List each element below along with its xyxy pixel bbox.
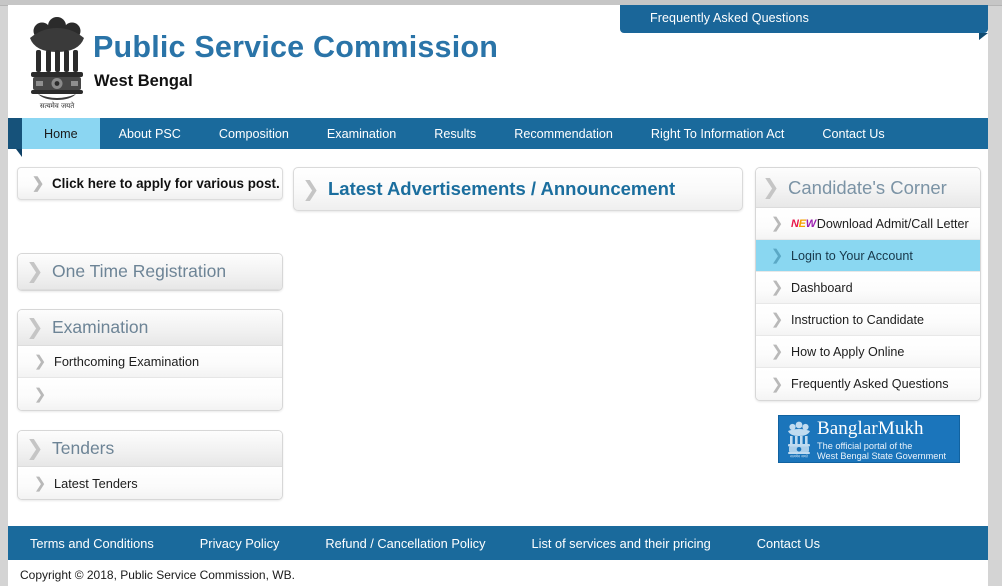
sidebar-item-forthcoming-examination[interactable]: ❯ Forthcoming Examination xyxy=(18,346,282,378)
chevron-right-icon: ❯ xyxy=(770,343,784,360)
copyright-text: Copyright © 2018, Public Service Commiss… xyxy=(20,568,295,582)
nav-item-right-to-information-act[interactable]: Right To Information Act xyxy=(632,118,803,149)
nav-item-label: About PSC xyxy=(118,126,181,141)
nav-item-composition[interactable]: Composition xyxy=(200,118,308,149)
candidates-corner-item-label: Dashboard xyxy=(791,280,853,295)
chevron-right-icon: ❯ xyxy=(302,177,320,201)
new-badge-icon: NEW xyxy=(791,217,816,230)
sidebar-item-empty[interactable]: ❯ xyxy=(18,378,282,410)
sidebar-item-latest-tenders[interactable]: ❯ Latest Tenders xyxy=(18,467,282,499)
apply-for-post-label: Click here to apply for various post. xyxy=(52,176,280,191)
main-navigation: Home About PSC Composition Examination Resul… xyxy=(8,118,988,157)
banglarmukh-emblem-icon: सत्यमेव जयते xyxy=(786,420,812,458)
one-time-registration-title: One Time Registration xyxy=(52,261,227,281)
one-time-registration-header[interactable]: ❯ One Time Registration xyxy=(18,254,282,290)
chevron-right-icon: ❯ xyxy=(33,353,47,370)
nav-item-results[interactable]: Results xyxy=(415,118,495,149)
footer-link-privacy-policy[interactable]: Privacy Policy xyxy=(200,536,280,551)
footer-link-list-of-services-and-their-pricing[interactable]: List of services and their pricing xyxy=(531,536,710,551)
candidates-corner-item-label: Login to Your Account xyxy=(791,248,913,263)
examination-panel-header[interactable]: ❯ Examination xyxy=(18,310,282,346)
chevron-right-icon: ❯ xyxy=(770,215,784,232)
candidates-corner-list: ❯ NEW Download Admit/Call Letter ❯ Login to … xyxy=(756,208,980,400)
chevron-right-icon: ❯ xyxy=(770,311,784,328)
apply-for-post-link[interactable]: ❯ Click here to apply for various post. xyxy=(17,167,283,200)
nav-item-home[interactable]: Home xyxy=(22,118,100,149)
chevron-right-icon: ❯ xyxy=(26,316,44,339)
candidates-corner-item-label: Download Admit/Call Letter xyxy=(816,216,969,231)
page-container: सत्यमेव जयते Public Service Commission W… xyxy=(8,5,988,586)
chevron-right-icon: ❯ xyxy=(26,260,44,283)
content-area: ❯ Click here to apply for various post. … xyxy=(8,149,988,526)
footer-link-terms-and-conditions[interactable]: Terms and Conditions xyxy=(30,536,154,551)
nav-item-label: Examination xyxy=(326,126,397,141)
candidates-corner-item-label: How to Apply Online xyxy=(791,344,905,359)
nav-item-label: Right To Information Act xyxy=(650,126,785,141)
banglarmukh-banner[interactable]: सत्यमेव जयते BanglarMukh The official po… xyxy=(778,415,960,463)
tenders-panel: ❯ Tenders ❯ Latest Tenders xyxy=(17,430,283,500)
candidates-corner-title: Candidate's Corner xyxy=(788,176,947,198)
tenders-panel-title: Tenders xyxy=(52,438,115,458)
tenders-panel-header[interactable]: ❯ Tenders xyxy=(18,431,282,467)
candidates-corner-item-frequently-asked-questions[interactable]: ❯ Frequently Asked Questions xyxy=(756,368,980,400)
nav-item-examination[interactable]: Examination xyxy=(308,118,415,149)
candidates-corner-item-login-to-your-account[interactable]: ❯ Login to Your Account xyxy=(756,240,980,272)
india-emblem-icon: सत्यमेव जयते xyxy=(22,12,92,110)
svg-text:सत्यमेव जयते: सत्यमेव जयते xyxy=(790,453,809,458)
nav-item-label: Recommendation xyxy=(514,126,613,141)
footer-links-list: Terms and Conditions Privacy Policy Refund… xyxy=(30,526,866,560)
sidebar-item-label: Forthcoming Examination xyxy=(54,354,200,369)
nav-item-recommendation[interactable]: Recommendation xyxy=(495,118,632,149)
chevron-right-icon: ❯ xyxy=(770,279,784,296)
svg-text:सत्यमेव जयते: सत्यमेव जयते xyxy=(40,101,75,110)
browser-viewport: सत्यमेव जयते Public Service Commission W… xyxy=(0,0,1002,586)
banglarmukh-title: BanglarMukh xyxy=(817,418,924,439)
candidates-corner-panel: ❯ Candidate's Corner ❯ NEW Download Admit/… xyxy=(755,167,981,401)
site-footer: Terms and Conditions Privacy Policy Refund… xyxy=(8,526,988,560)
footer-link-contact-us[interactable]: Contact Us xyxy=(757,536,820,551)
one-time-registration-panel[interactable]: ❯ One Time Registration xyxy=(17,253,283,291)
candidates-corner-item-label: Frequently Asked Questions xyxy=(791,377,949,391)
sidebar-item-label: Latest Tenders xyxy=(54,475,138,491)
site-title: Public Service Commission xyxy=(93,30,499,64)
candidates-corner-item-download-admit-call-letter[interactable]: ❯ NEW Download Admit/Call Letter xyxy=(756,208,980,240)
chevron-right-icon: ❯ xyxy=(770,247,784,264)
examination-panel: ❯ Examination ❯ Forthcoming Examination … xyxy=(17,309,283,411)
nav-item-about-psc[interactable]: About PSC xyxy=(100,118,200,149)
footer-link-refund-cancellation-policy[interactable]: Refund / Cancellation Policy xyxy=(325,536,485,551)
faq-ribbon-label: Frequently Asked Questions xyxy=(650,11,809,25)
site-subtitle: West Bengal xyxy=(94,72,193,90)
nav-item-contact-us[interactable]: Contact Us xyxy=(803,118,903,149)
faq-ribbon-banner[interactable]: Frequently Asked Questions xyxy=(620,5,988,40)
chevron-right-icon: ❯ xyxy=(33,385,47,403)
latest-advertisements-panel: ❯ Latest Advertisements / Announcement xyxy=(293,167,743,211)
nav-items-list: Home About PSC Composition Examination Resul… xyxy=(22,118,904,149)
chevron-right-icon: ❯ xyxy=(26,437,44,460)
candidates-corner-item-label: Instruction to Candidate xyxy=(791,312,925,327)
candidates-corner-item-how-to-apply-online[interactable]: ❯ How to Apply Online xyxy=(756,336,980,368)
latest-advertisements-title: Latest Advertisements / Announcement xyxy=(328,178,676,199)
candidates-corner-item-instruction-to-candidate[interactable]: ❯ Instruction to Candidate xyxy=(756,304,980,336)
examination-panel-title: Examination xyxy=(52,317,149,337)
chevron-right-icon: ❯ xyxy=(33,474,47,492)
banglarmukh-line2: West Bengal State Government xyxy=(817,451,947,461)
nav-item-label: Contact Us xyxy=(822,126,885,141)
nav-item-label: Composition xyxy=(218,126,289,141)
banglarmukh-line1: The official portal of the xyxy=(817,441,913,451)
chevron-right-icon: ❯ xyxy=(770,375,784,393)
candidates-corner-item-dashboard[interactable]: ❯ Dashboard xyxy=(756,272,980,304)
candidates-corner-header: ❯ Candidate's Corner xyxy=(756,168,980,208)
nav-item-label: Results xyxy=(434,126,477,141)
chevron-right-icon: ❯ xyxy=(31,175,45,192)
chevron-right-icon: ❯ xyxy=(762,176,780,199)
nav-item-label: Home xyxy=(44,126,78,141)
